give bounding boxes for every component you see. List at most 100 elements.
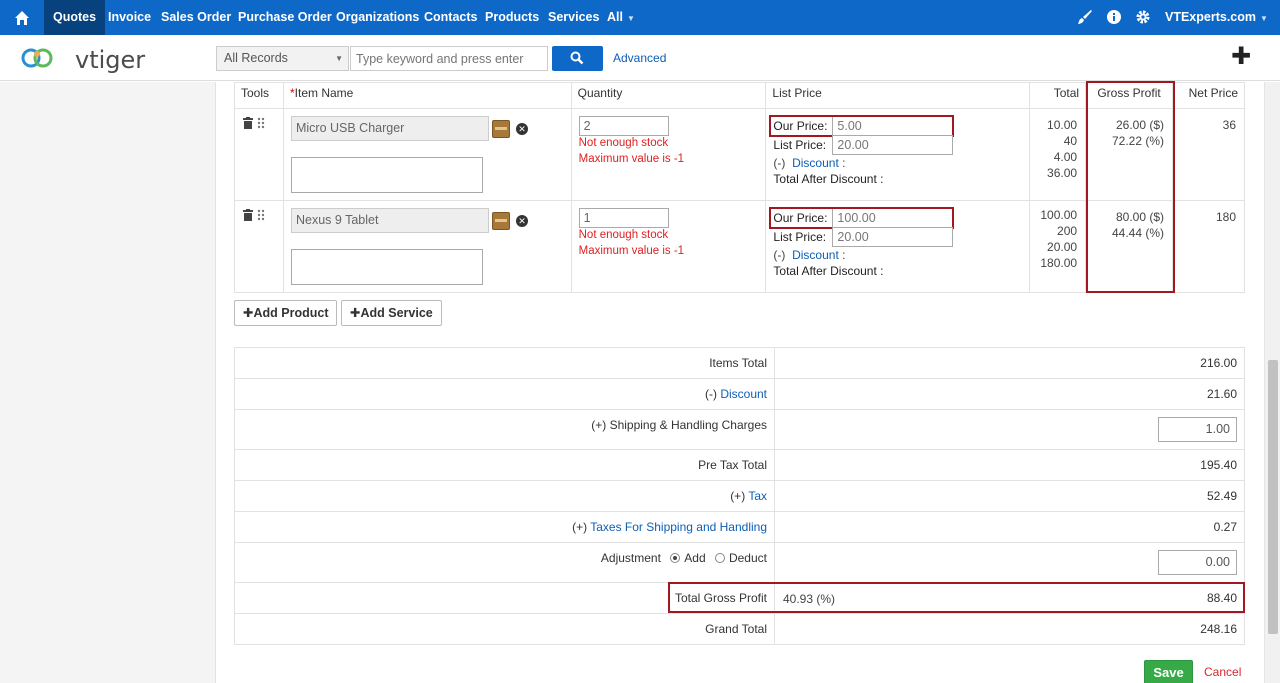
nav-sales-order[interactable]: Sales Order: [161, 0, 231, 35]
drag-handle-icon[interactable]: [257, 209, 265, 221]
discount-link[interactable]: Discount: [792, 156, 839, 170]
product-package-icon[interactable]: [491, 212, 510, 230]
adjustment-input[interactable]: 0.00: [1158, 550, 1237, 575]
adjustment-add-label: Add: [684, 551, 706, 565]
adjustment-add-radio[interactable]: [670, 553, 681, 563]
total-gross-profit-percent: 40.93 (%): [783, 592, 836, 606]
net-price-value: 36: [1222, 118, 1236, 132]
record-type-value: All Records: [224, 51, 288, 65]
grand-total-label: Grand Total: [234, 613, 775, 645]
discount-value: 21.60: [774, 378, 1245, 410]
row-tools: [243, 209, 265, 224]
nav-contacts[interactable]: Contacts: [424, 0, 477, 35]
row-totals: 10.00 40 4.00 36.00: [1047, 117, 1077, 181]
nav-quotes[interactable]: Quotes: [44, 0, 106, 35]
nav-purchase-order[interactable]: Purchase Order: [238, 0, 332, 35]
items-total-value: 216.00: [774, 347, 1245, 379]
gross-profit-values: 80.00 ($) 44.44 (%): [1112, 209, 1164, 241]
pre-tax-value: 195.40: [774, 449, 1245, 481]
total-value: 180.00: [1040, 256, 1078, 270]
paint-brush-icon[interactable]: [1076, 9, 1094, 27]
quantity-input[interactable]: 2: [578, 116, 669, 136]
record-type-select[interactable]: All Records ▼: [216, 46, 349, 71]
total-value: 100.00: [1040, 208, 1078, 222]
advanced-search-link[interactable]: Advanced: [613, 51, 666, 65]
nav-services[interactable]: Services: [548, 0, 599, 35]
overall-discount-link[interactable]: Discount: [720, 387, 767, 401]
list-price-label: List Price:: [773, 230, 827, 244]
trash-icon[interactable]: [243, 209, 253, 221]
total-value: 36.00: [1047, 166, 1078, 180]
gear-icon[interactable]: [1134, 9, 1152, 27]
list-price-input[interactable]: 20.00: [832, 227, 954, 247]
trash-icon[interactable]: [243, 117, 253, 129]
tax-value: 52.49: [774, 480, 1245, 512]
scrollbar-thumb[interactable]: [1268, 360, 1278, 634]
quantity-input[interactable]: 1: [578, 208, 669, 228]
total-value: 200: [1057, 224, 1078, 238]
line-items-table: Tools *Item Name Quantity List Price Tot…: [234, 82, 1245, 293]
item-description-textarea[interactable]: [290, 249, 483, 285]
product-package-icon[interactable]: [491, 120, 510, 138]
tax-link[interactable]: Tax: [748, 489, 767, 503]
stock-warning: Not enough stock: [578, 229, 669, 241]
add-product-button[interactable]: ✚Add Product: [234, 300, 338, 326]
save-button[interactable]: Save: [1144, 660, 1193, 683]
shipping-prefix: (+): [591, 418, 607, 432]
shipping-row: (+) Shipping & Handling Charges 1.00: [234, 409, 1245, 450]
search-input[interactable]: [350, 46, 548, 71]
col-tools: Tools: [234, 82, 284, 109]
nav-products[interactable]: Products: [485, 0, 539, 35]
col-net-price: Net Price: [1172, 82, 1245, 109]
tax-row: (+) Tax 52.49: [234, 480, 1245, 512]
discount-prefix: (-): [773, 156, 786, 170]
discount-row: (-) Discount :: [773, 248, 846, 262]
header-bar: vtiger All Records ▼ Advanced ✚: [0, 35, 1280, 81]
home-icon[interactable]: [0, 0, 44, 35]
shipping-charges-input[interactable]: 1.00: [1158, 417, 1237, 442]
plus-icon: ✚: [243, 306, 254, 320]
total-value: 20.00: [1047, 240, 1078, 254]
gross-profit-percent: 44.44 (%): [1111, 226, 1164, 240]
cancel-link[interactable]: Cancel: [1204, 665, 1241, 679]
search-button[interactable]: [552, 46, 603, 71]
drag-handle-icon[interactable]: [257, 117, 265, 129]
total-after-discount-label: Total After Discount :: [773, 264, 884, 278]
clear-icon[interactable]: ✕: [515, 123, 528, 135]
item-name-input[interactable]: Nexus 9 Tablet: [290, 208, 489, 233]
vtiger-logo[interactable]: vtiger: [20, 43, 145, 74]
add-service-button[interactable]: ✚Add Service: [341, 300, 442, 326]
nav-all[interactable]: All ▼: [607, 0, 635, 35]
totals-table: Items Total 216.00 (-) Discount 21.60 (+…: [234, 347, 1245, 645]
shipping-tax-value: 0.27: [774, 511, 1245, 543]
discount-prefix: (-): [773, 248, 786, 262]
nav-invoice[interactable]: Invoice: [108, 0, 151, 35]
clear-icon[interactable]: ✕: [515, 215, 528, 227]
adjustment-label: Adjustment: [600, 551, 661, 565]
our-price-highlight: [769, 207, 955, 229]
table-row: Micro USB Charger ✕ 2 Not enough stock M…: [234, 108, 1245, 201]
info-icon[interactable]: [1105, 9, 1123, 27]
discount-row: (-) Discount :: [773, 156, 846, 170]
net-price-value: 180: [1215, 210, 1236, 224]
item-description-textarea[interactable]: [290, 157, 483, 193]
total-after-discount-label: Total After Discount :: [773, 172, 884, 186]
nav-organizations[interactable]: Organizations: [336, 0, 419, 35]
list-price-input[interactable]: 20.00: [832, 135, 954, 155]
discount-link[interactable]: Discount: [792, 248, 839, 262]
vertical-scrollbar[interactable]: [1264, 82, 1280, 683]
item-name-input[interactable]: Micro USB Charger: [290, 116, 489, 141]
adjustment-deduct-label: Deduct: [728, 551, 767, 565]
shipping-tax-link[interactable]: Taxes For Shipping and Handling: [590, 520, 767, 534]
add-service-label: Add Service: [360, 306, 433, 320]
list-price-label: List Price:: [773, 138, 827, 152]
nav-all-label: All: [607, 10, 623, 24]
user-menu[interactable]: VTExperts.com ▼: [1165, 0, 1268, 35]
row-tools: [243, 117, 265, 132]
adjustment-deduct-radio[interactable]: [714, 553, 725, 563]
total-value: 4.00: [1053, 150, 1078, 164]
add-icon[interactable]: ✚: [1231, 45, 1251, 69]
max-value-warning: Maximum value is -1: [578, 245, 685, 257]
chevron-down-icon: ▼: [626, 14, 635, 23]
gross-profit-amount: 80.00 ($): [1115, 210, 1164, 224]
